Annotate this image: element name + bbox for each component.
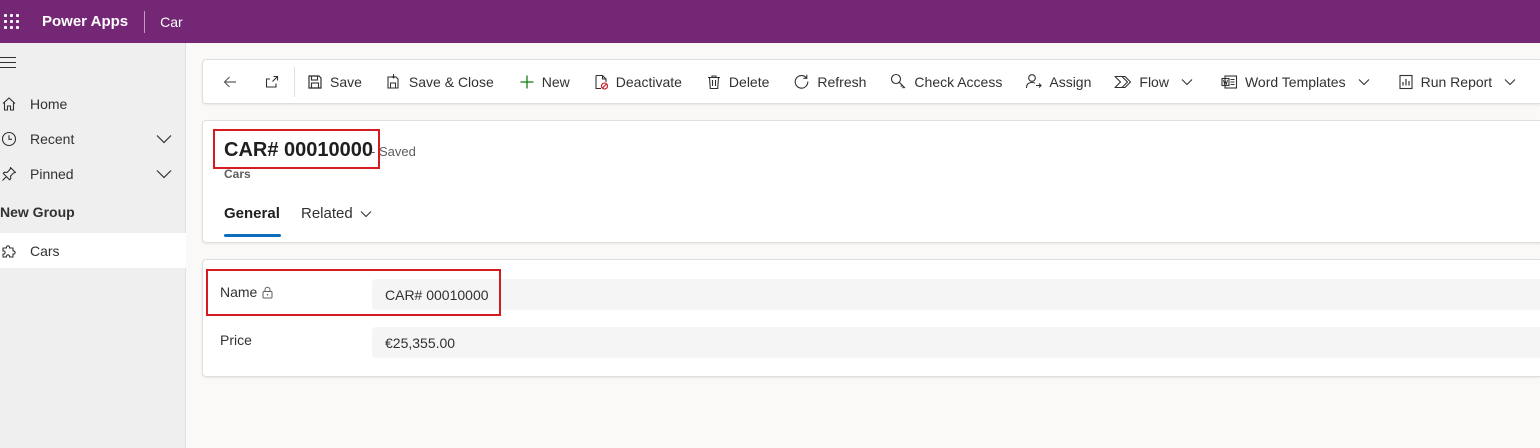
sidebar: Home Recent Pinned New Group Cars bbox=[0, 43, 186, 448]
puzzle-icon bbox=[0, 242, 18, 260]
flow-icon bbox=[1114, 75, 1132, 88]
check-access-button[interactable]: Check Access bbox=[890, 60, 1002, 103]
run-report-button[interactable]: Run Report bbox=[1398, 60, 1517, 103]
save-close-button[interactable]: Save & Close bbox=[385, 60, 494, 103]
trash-icon bbox=[707, 74, 720, 89]
sidebar-item-label: Home bbox=[30, 95, 68, 112]
hamburger-menu-icon[interactable] bbox=[0, 57, 16, 71]
new-button[interactable]: New bbox=[519, 60, 570, 103]
sidebar-group-label: New Group bbox=[0, 204, 75, 220]
clock-icon bbox=[0, 130, 18, 148]
deactivate-button[interactable]: Deactivate bbox=[593, 60, 682, 103]
back-button[interactable] bbox=[222, 60, 238, 103]
tab-related[interactable]: Related bbox=[301, 205, 372, 222]
price-field-label: Price bbox=[220, 332, 252, 348]
delete-button[interactable]: Delete bbox=[706, 60, 769, 103]
open-in-new-window-button[interactable] bbox=[264, 60, 280, 103]
command-bar: Save Save & Close New Deactivate Delete … bbox=[202, 59, 1540, 104]
title-highlight-box bbox=[213, 129, 380, 169]
sidebar-item-cars[interactable]: Cars bbox=[0, 233, 186, 268]
name-field[interactable]: CAR# 00010000 bbox=[372, 279, 1540, 310]
word-templates-button[interactable]: Word Templates bbox=[1221, 60, 1370, 103]
app-launcher-icon[interactable] bbox=[2, 12, 22, 32]
price-field[interactable]: €25,355.00 bbox=[372, 327, 1540, 358]
refresh-icon bbox=[795, 74, 809, 89]
assign-icon bbox=[1026, 74, 1043, 89]
assign-button[interactable]: Assign bbox=[1025, 60, 1091, 103]
chevron-down-icon bbox=[360, 210, 372, 217]
record-entity-label: Cars bbox=[224, 167, 251, 181]
chevron-down-icon[interactable] bbox=[156, 169, 172, 179]
chevron-down-icon bbox=[1181, 78, 1193, 85]
name-field-highlight-box bbox=[206, 269, 501, 316]
header-entity-name: Car bbox=[160, 13, 183, 30]
command-divider bbox=[294, 66, 295, 97]
report-icon bbox=[1399, 74, 1413, 89]
chevron-down-icon bbox=[1504, 78, 1516, 85]
plus-icon bbox=[520, 75, 534, 88]
sidebar-item-label: Recent bbox=[30, 130, 75, 147]
app-header: Power Apps Car bbox=[0, 0, 1540, 43]
record-header: CAR# 00010000 - Saved Cars General Relat… bbox=[202, 120, 1540, 243]
sidebar-item-recent[interactable]: Recent bbox=[0, 121, 186, 156]
save-icon bbox=[308, 74, 322, 89]
chevron-down-icon[interactable] bbox=[156, 134, 172, 144]
sidebar-item-home[interactable]: Home bbox=[0, 86, 186, 121]
home-icon bbox=[0, 95, 18, 113]
tab-general[interactable]: General bbox=[224, 205, 280, 222]
sidebar-item-label: Cars bbox=[30, 242, 60, 259]
header-divider bbox=[144, 10, 146, 33]
sidebar-item-label: Pinned bbox=[30, 165, 74, 182]
pin-icon bbox=[0, 165, 18, 183]
save-close-icon bbox=[387, 74, 399, 89]
app-name[interactable]: Power Apps bbox=[42, 13, 128, 30]
word-templates-icon bbox=[1221, 74, 1238, 89]
flow-button[interactable]: Flow bbox=[1114, 60, 1193, 103]
chevron-down-icon bbox=[1358, 78, 1369, 85]
deactivate-icon bbox=[595, 74, 608, 90]
open-in-new-window-icon bbox=[265, 75, 279, 88]
save-button[interactable]: Save bbox=[307, 60, 362, 103]
tab-selected-indicator bbox=[224, 234, 281, 237]
check-access-icon bbox=[891, 73, 906, 89]
refresh-button[interactable]: Refresh bbox=[793, 60, 866, 103]
arrow-left-icon bbox=[223, 76, 236, 87]
sidebar-item-pinned[interactable]: Pinned bbox=[0, 156, 186, 191]
